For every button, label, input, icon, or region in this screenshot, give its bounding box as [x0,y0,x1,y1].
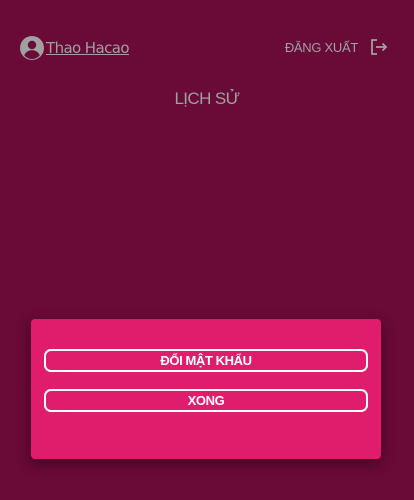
user-name[interactable]: Thao Hacao [46,39,130,57]
logout-icon[interactable] [370,38,388,56]
account-circle-icon [20,36,44,60]
page-title: LỊCH SỬ [174,89,240,108]
logout-label[interactable]: ĐĂNG XUẤT [285,40,358,55]
logout-button[interactable]: ĐĂNG XUẤT [285,38,388,56]
done-button[interactable]: XONG [44,389,368,412]
user-profile-link[interactable]: Thao Hacao [20,36,130,60]
account-panel: ĐỔI MẬT KHẨU XONG [31,319,381,459]
header: Thao Hacao ĐĂNG XUẤT [0,0,414,96]
change-password-button[interactable]: ĐỔI MẬT KHẨU [44,349,368,372]
